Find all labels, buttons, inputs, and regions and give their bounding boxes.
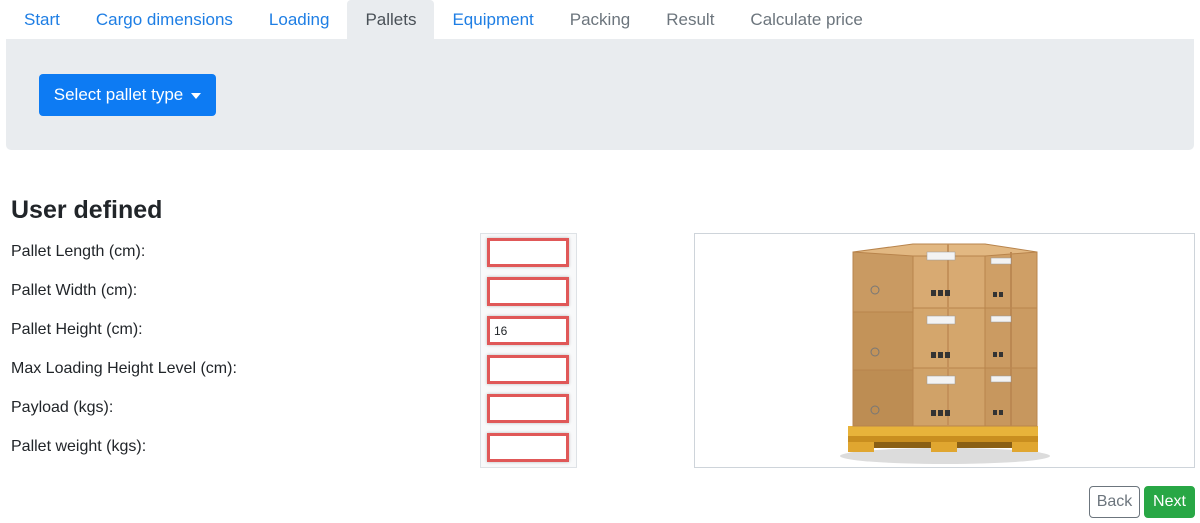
max-loading-height-label: Max Loading Height Level (cm): bbox=[11, 360, 237, 377]
back-button[interactable]: Back bbox=[1089, 486, 1140, 518]
tab-loading[interactable]: Loading bbox=[251, 0, 348, 39]
payload-input[interactable] bbox=[487, 394, 569, 423]
payload-label: Payload (kgs): bbox=[11, 399, 114, 416]
pallet-length-input[interactable] bbox=[487, 238, 569, 267]
pallet-width-label: Pallet Width (cm): bbox=[11, 282, 138, 299]
select-pallet-type-label: Select pallet type bbox=[53, 85, 184, 104]
tab-calculate-price[interactable]: Calculate price bbox=[732, 0, 880, 39]
tab-equipment[interactable]: Equipment bbox=[434, 0, 551, 39]
pallet-width-input[interactable] bbox=[487, 277, 569, 306]
tab-result[interactable]: Result bbox=[648, 0, 732, 39]
pallet-height-input[interactable] bbox=[487, 316, 569, 345]
pallet-type-panel: Select pallet type bbox=[6, 39, 1194, 150]
pallet-weight-input[interactable] bbox=[487, 433, 569, 462]
tab-packing[interactable]: Packing bbox=[552, 0, 648, 39]
tab-pallets[interactable]: Pallets bbox=[347, 0, 435, 39]
section-title: User defined bbox=[11, 196, 163, 224]
wizard-tabs: Start Cargo dimensions Loading Pallets E… bbox=[6, 0, 1194, 39]
tab-cargo-dimensions[interactable]: Cargo dimensions bbox=[78, 0, 251, 39]
next-button[interactable]: Next bbox=[1144, 486, 1195, 518]
pallet-length-label: Pallet Length (cm): bbox=[11, 243, 146, 260]
pallet-image-frame bbox=[694, 233, 1195, 468]
tab-start[interactable]: Start bbox=[6, 0, 78, 39]
pallet-weight-label: Pallet weight (kgs): bbox=[11, 438, 147, 455]
max-loading-height-input[interactable] bbox=[487, 355, 569, 384]
caret-down-icon bbox=[191, 93, 202, 99]
select-pallet-type-dropdown[interactable]: Select pallet type bbox=[39, 74, 216, 116]
pallet-boxes-image bbox=[840, 243, 1050, 464]
pallet-height-label: Pallet Height (cm): bbox=[11, 321, 143, 338]
